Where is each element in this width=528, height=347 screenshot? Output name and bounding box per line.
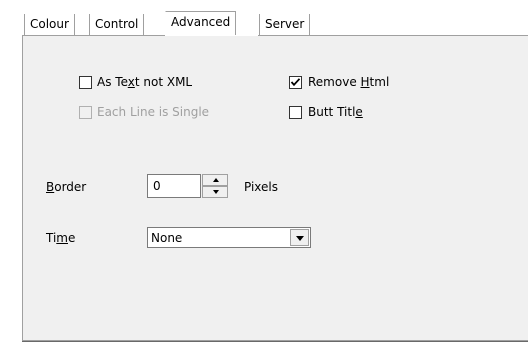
border-value-field[interactable]: 0 (147, 174, 201, 198)
time-label: Time (46, 231, 76, 245)
selected-tab-gap (165, 35, 258, 36)
border-spin-down-button[interactable] (202, 186, 228, 198)
tab-colour[interactable]: Colour (24, 14, 75, 35)
time-dropdown-value: None (151, 231, 183, 245)
tab-server[interactable]: Server (259, 14, 311, 35)
arrow-up-icon (213, 178, 219, 182)
checkmark-icon (290, 78, 301, 87)
tab-strip-baseline (22, 35, 528, 36)
tab-control[interactable]: Control (89, 14, 145, 35)
butt-title-label[interactable]: Butt Title (308, 105, 363, 119)
remove-html-label[interactable]: Remove Html (308, 75, 389, 89)
time-dropdown-button[interactable] (290, 229, 309, 246)
tab-advanced[interactable]: Advanced (165, 11, 237, 36)
each-line-is-single-label: Each Line is Single (97, 105, 210, 119)
arrow-down-icon (213, 190, 219, 194)
border-spin-up-button[interactable] (202, 174, 228, 186)
remove-html-checkbox[interactable] (289, 76, 302, 89)
as-text-not-xml-label[interactable]: As Text not XML (97, 75, 192, 89)
border-unit-label: Pixels (244, 180, 279, 194)
chevron-down-icon (296, 236, 304, 241)
panel-bottom-shadow (22, 341, 528, 342)
advanced-settings-page: Colour Control Advanced Server As Text n… (0, 0, 528, 347)
each-line-is-single-checkbox (79, 106, 92, 119)
time-dropdown[interactable]: None (147, 227, 311, 248)
butt-title-checkbox[interactable] (289, 106, 302, 119)
as-text-not-xml-checkbox[interactable] (79, 76, 92, 89)
border-label: Border (46, 180, 87, 194)
